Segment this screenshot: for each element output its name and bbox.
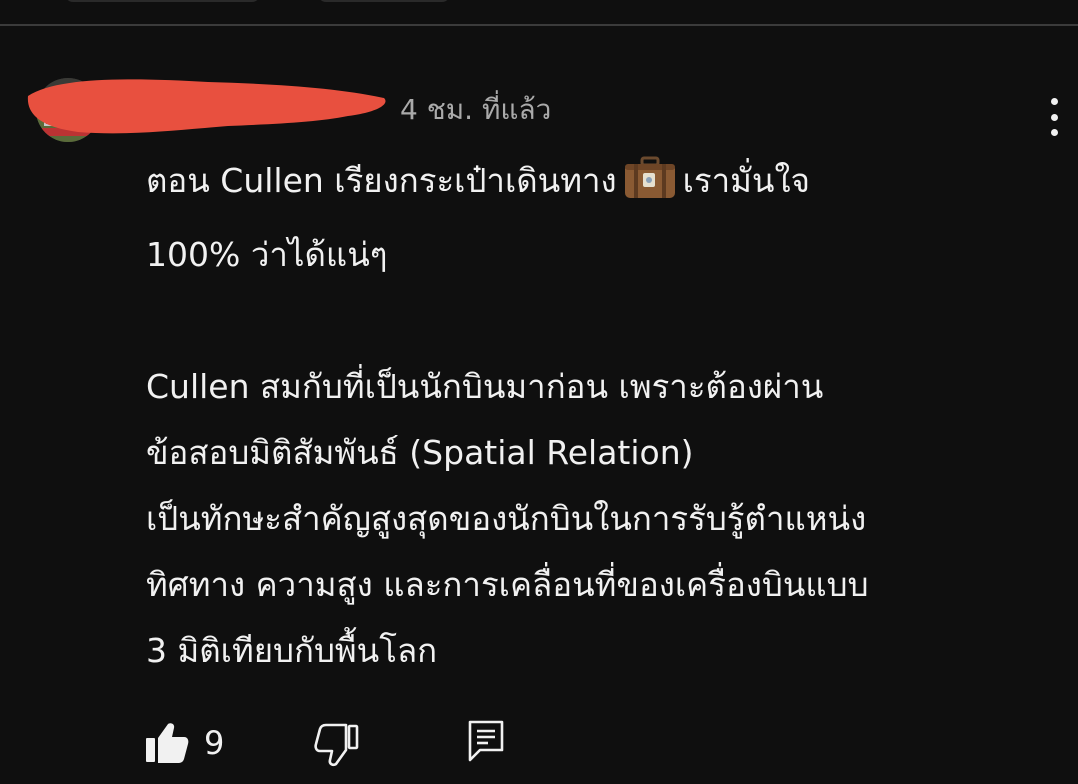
thumbs-up-icon — [146, 723, 189, 763]
previous-item-button[interactable] — [65, 0, 260, 2]
more-options-button[interactable] — [1034, 92, 1074, 142]
previous-item-button[interactable] — [318, 0, 450, 2]
redaction-mark — [27, 79, 386, 134]
reply-button[interactable] — [466, 718, 506, 764]
comment-paragraph: Cullen สมกับที่เป็นนักบินมาก่อน เพราะต้อ… — [146, 354, 1036, 684]
like-button[interactable] — [144, 720, 190, 766]
comment-line: ตอน Cullen เรียงกระเป๋าเดินทาง เรามั่นใจ — [146, 148, 1036, 222]
comment-line: 3 มิติเทียบกับพื้นโลก — [146, 631, 438, 670]
more-options-icon-dot — [1050, 129, 1058, 136]
like-count: 9 — [204, 724, 225, 762]
comment-actions: 9 — [0, 716, 1078, 772]
comment-text: ตอน Cullen เรียงกระเป๋าเดินทาง — [146, 161, 617, 200]
comment-body: ตอน Cullen เรียงกระเป๋าเดินทาง เรามั่นใจ… — [146, 148, 1036, 684]
comment-paragraph: ตอน Cullen เรียงกระเป๋าเดินทาง เรามั่นใจ… — [146, 148, 1036, 288]
comment-text: เรามั่นใจ — [682, 161, 810, 200]
comment-line: เป็นทักษะสำคัญสูงสุดของนักบินในการรับรู้… — [146, 499, 867, 538]
dislike-button[interactable] — [314, 722, 360, 768]
comment-line: ทิศทาง ความสูง และการเคลื่อนที่ของเครื่อ… — [146, 565, 869, 604]
comment-line: Cullen สมกับที่เป็นนักบินมาก่อน เพราะต้อ… — [146, 367, 824, 406]
comment-line: ข้อสอบมิติสัมพันธ์ (Spatial Relation) — [146, 433, 694, 472]
thumbs-down-icon — [314, 723, 359, 767]
comment-thread: 4 ชม. ที่แล้ว ตอน Cullen เรียงกระเป๋าเดิ… — [0, 60, 1078, 784]
comment-line: 100% ว่าได้แน่ๆ — [146, 235, 388, 274]
suitcase-icon — [623, 156, 677, 222]
more-options-icon — [1050, 98, 1058, 105]
more-options-icon-dot — [1050, 113, 1058, 121]
reply-icon — [468, 720, 504, 762]
divider — [0, 24, 1078, 26]
comment-timestamp[interactable]: 4 ชม. ที่แล้ว — [400, 88, 551, 132]
